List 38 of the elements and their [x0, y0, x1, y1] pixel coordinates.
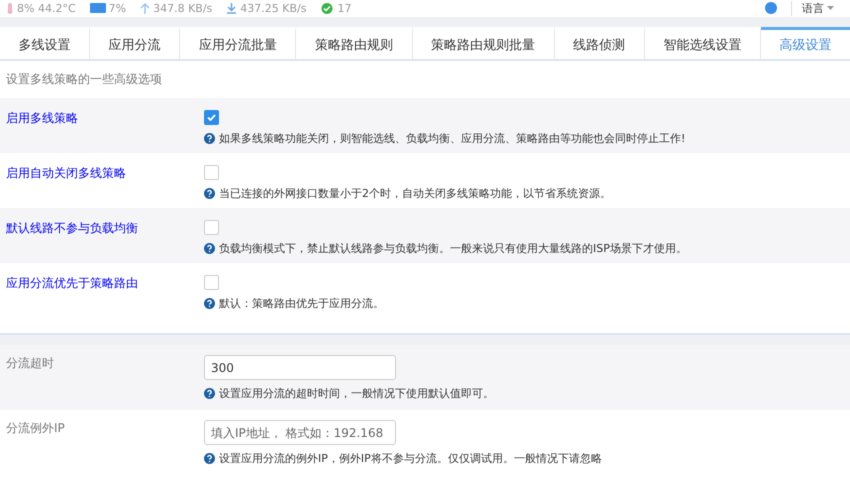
help-icon	[204, 388, 215, 399]
thermometer-icon	[6, 2, 14, 14]
help-icon	[204, 453, 215, 464]
help-text: 设置应用分流的超时时间，一般情况下使用默认值即可。	[219, 386, 494, 401]
upload-arrow-icon	[140, 2, 150, 14]
input-field[interactable]: 300	[204, 355, 396, 380]
download-icon	[226, 2, 238, 14]
caret-icon	[827, 6, 834, 10]
status-reading: 347.8 KB/s	[140, 2, 212, 15]
checkbox[interactable]	[204, 110, 219, 126]
status-reading: 437.25 KB/s	[226, 2, 306, 15]
field-label: 分流超时	[5, 355, 55, 372]
input-field[interactable]: 填入IP地址， 格式如：192.168	[204, 420, 396, 445]
help-text: 默认：策略路由优先于应用分流。	[219, 296, 384, 312]
option-label: 启用多线策略	[5, 110, 79, 128]
status-reading: 7%	[90, 2, 126, 15]
checkbox[interactable]	[204, 220, 219, 236]
help-icon	[204, 243, 215, 254]
checkbox[interactable]	[204, 275, 219, 290]
check-icon	[207, 114, 216, 122]
section-description: 设置多线策略的一些高级选项	[5, 71, 163, 88]
checkbox[interactable]	[204, 165, 219, 180]
help-text: 负载均衡模式下，禁止默认线路参与负载均衡。一般来说只有使用大量线路的ISP场景下才使用。	[219, 241, 687, 256]
language-menu[interactable]: 语言	[791, 0, 844, 16]
help-icon	[204, 188, 215, 200]
status-reading: 17	[320, 2, 352, 15]
help-text: 如果多线策略功能关闭，则智能选线、负载均衡、应用分流、策略路由等功能也会同时停止工作!	[219, 131, 686, 146]
option-label: 启用自动关闭多线策略	[5, 165, 127, 182]
check-badge-icon	[320, 2, 334, 14]
option-label: 应用分流优先于策略路由	[5, 275, 139, 292]
status-reading: 8% 44.2°C	[6, 2, 76, 15]
help-text: 当已连接的外网接口数量小于2个时，自动关闭多线策略功能，以节省系统资源。	[219, 186, 611, 202]
help-text: 设置应用分流的例外IP，例外IP将不参与分流。仅仅调试用。一般情况下请忽略	[219, 451, 602, 466]
option-label: 默认线路不参与负载均衡	[5, 220, 139, 238]
help-icon	[204, 133, 215, 144]
memory-chip-icon	[90, 3, 106, 14]
help-icon	[204, 298, 215, 310]
field-label: 分流例外IP	[5, 420, 66, 437]
